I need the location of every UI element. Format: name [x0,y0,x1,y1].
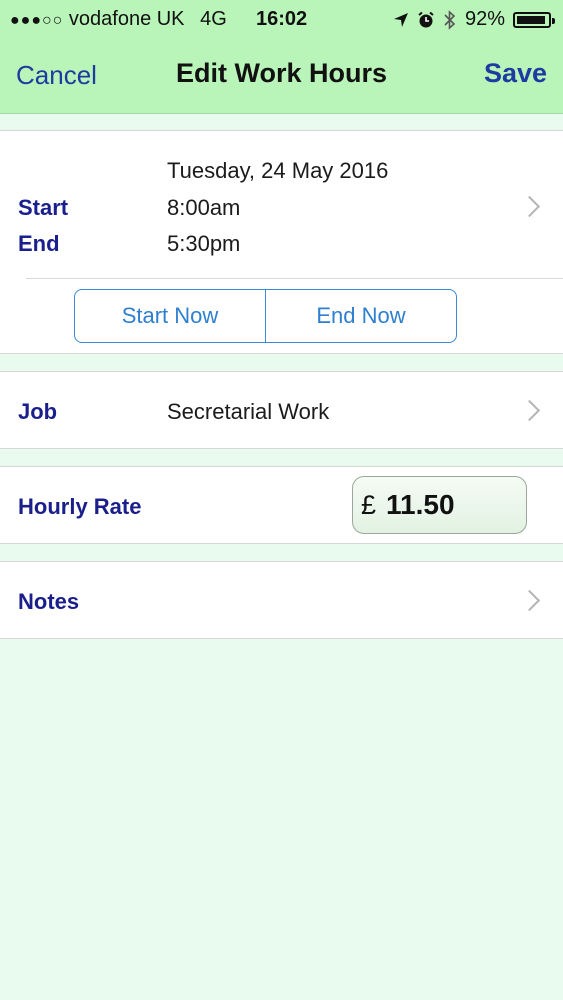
end-now-button[interactable]: End Now [265,290,456,342]
chevron-right-icon [518,195,541,218]
status-bar: ●●●○○ vodafone UK 4G 16:02 92% [0,0,563,38]
battery-icon [513,11,555,28]
currency-symbol: £ [361,489,377,520]
notes-label: Notes [18,589,80,614]
job-row[interactable]: Job Secretarial Work [0,371,563,449]
work-date: Tuesday, 24 May 2016 [167,158,389,183]
location-arrow-icon [393,12,408,27]
chevron-right-icon [518,399,541,422]
job-label: Job [18,399,58,424]
save-button[interactable]: Save [484,58,547,89]
start-time: 8:00am [167,195,241,220]
navigation-bar: Cancel Edit Work Hours Save [0,50,563,100]
battery-fill [517,15,545,24]
signal-strength: ●●●○○ [10,12,64,29]
hourly-rate-row: Hourly Rate £ 11.50 [0,466,563,544]
notes-row[interactable]: Notes [0,561,563,639]
status-time: 16:02 [256,8,308,30]
battery-percent: 92% [464,8,505,30]
chevron-right-icon [518,589,541,612]
hourly-rate-label: Hourly Rate [18,494,142,519]
divider [26,278,563,279]
top-bar: ●●●○○ vodafone UK 4G 16:02 92% Cancel Ed… [0,0,563,114]
time-section[interactable]: Tuesday, 24 May 2016 Start 8:00am End 5:… [0,130,563,354]
start-label: Start [18,195,69,220]
network-type: 4G [200,8,227,30]
now-buttons: Start Now End Now [74,289,457,343]
hourly-rate-input[interactable]: £ 11.50 [352,476,527,534]
alarm-icon [418,11,434,27]
status-right: 92% [393,8,555,31]
carrier: vodafone UK [68,8,185,30]
start-now-button[interactable]: Start Now [75,290,265,342]
hourly-rate-value: 11.50 [386,489,455,520]
status-left: ●●●○○ vodafone UK 4G [10,8,227,31]
end-label: End [18,231,60,256]
page-title: Edit Work Hours [175,58,388,88]
job-value: Secretarial Work [167,399,330,424]
bluetooth-icon [444,9,456,30]
end-time: 5:30pm [167,231,241,256]
